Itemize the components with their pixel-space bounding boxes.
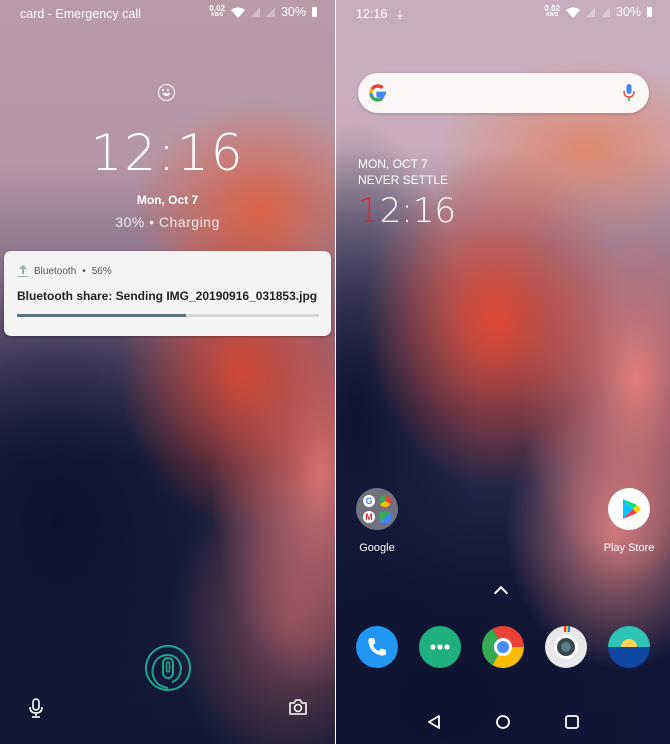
wifi-icon xyxy=(230,7,245,18)
home-screen: 12:16 ⤓ 0.02 KB/S 30% MON, OCT 7 NEVER SET… xyxy=(336,0,670,744)
phone-app-icon[interactable] xyxy=(356,626,398,668)
recents-button[interactable] xyxy=(564,714,580,730)
lock-clock: 12:16 xyxy=(90,124,245,182)
no-sim-icon xyxy=(600,7,610,17)
battery-percent: 30% xyxy=(280,5,306,19)
google-logo-icon xyxy=(369,84,386,102)
google-folder-label: Google xyxy=(359,542,395,554)
play-triangle-icon xyxy=(623,499,641,519)
status-bar: card - Emergency call 0.02 KB/S 30% xyxy=(0,0,335,28)
clock-accent-digit: 1 xyxy=(358,191,380,231)
download-icon: ⤓ xyxy=(397,7,403,21)
play-store-icon[interactable] xyxy=(608,488,650,530)
ellipsis-icon xyxy=(430,644,450,650)
home-button[interactable] xyxy=(495,714,511,730)
clock-widget[interactable]: 12:16 xyxy=(358,191,456,231)
chrome-mini-icon xyxy=(379,495,391,507)
back-button[interactable] xyxy=(426,714,442,730)
clock-rest: 2:16 xyxy=(379,191,456,231)
chrome-center-icon xyxy=(494,638,512,656)
chrome-app-icon[interactable] xyxy=(482,626,524,668)
no-sim-icon xyxy=(265,7,275,17)
net-speed: 0.02 KB/S xyxy=(209,4,225,19)
charging-status: 30% • Charging xyxy=(115,214,220,230)
smiley-icon[interactable] xyxy=(158,84,175,101)
notif-app-name: Bluetooth xyxy=(34,265,77,277)
sun-icon xyxy=(621,639,637,647)
camera-icon[interactable] xyxy=(288,698,308,716)
camera-app-icon[interactable] xyxy=(545,626,587,668)
camera-stripe-icon xyxy=(564,626,570,632)
progress-fill xyxy=(17,314,187,317)
voice-search-icon[interactable] xyxy=(623,83,635,103)
lock-date: Mon, Oct 7 xyxy=(136,193,199,207)
battery-icon xyxy=(312,7,317,17)
lock-wallpaper xyxy=(0,0,335,744)
bluetooth-notification[interactable]: Bluetooth • 56% Bluetooth share: Sending… xyxy=(4,251,331,336)
mic-icon[interactable] xyxy=(28,698,44,718)
google-app-icon: G xyxy=(363,495,375,507)
maps-mini-icon xyxy=(379,511,391,523)
widget-tagline: NEVER SETTLE xyxy=(358,173,449,187)
phone-handset-icon xyxy=(368,638,386,656)
net-speed: 0.02 KB/S xyxy=(544,4,560,19)
google-folder[interactable]: G M xyxy=(356,488,398,530)
lock-screen: card - Emergency call 0.02 KB/S 30% 12:16… xyxy=(0,0,335,744)
notif-separator: • xyxy=(82,265,86,277)
no-sim-icon xyxy=(250,7,260,17)
notif-percent: 56% xyxy=(91,265,112,277)
upload-icon xyxy=(18,265,28,277)
carrier-text: card - Emergency call xyxy=(20,7,141,21)
messages-app-icon[interactable] xyxy=(419,626,461,668)
notif-title: Bluetooth share: Sending IMG_20190916_03… xyxy=(17,289,318,303)
no-sim-icon xyxy=(585,7,595,17)
wifi-icon xyxy=(565,7,580,18)
battery-icon xyxy=(647,7,652,17)
fingerprint-icon[interactable] xyxy=(144,644,192,692)
gmail-mini-icon: M xyxy=(363,511,375,523)
date-widget[interactable]: MON, OCT 7 NEVER SETTLE xyxy=(358,156,448,188)
status-bar: 12:16 ⤓ 0.02 KB/S 30% xyxy=(336,0,670,28)
google-search-bar[interactable] xyxy=(358,73,649,113)
status-time: 12:16 xyxy=(356,7,388,21)
battery-percent: 30% xyxy=(615,5,641,19)
transfer-progress-bar xyxy=(17,314,319,317)
play-store-label: Play Store xyxy=(603,542,655,554)
weather-app-icon[interactable] xyxy=(608,626,650,668)
widget-date: MON, OCT 7 xyxy=(358,157,428,171)
